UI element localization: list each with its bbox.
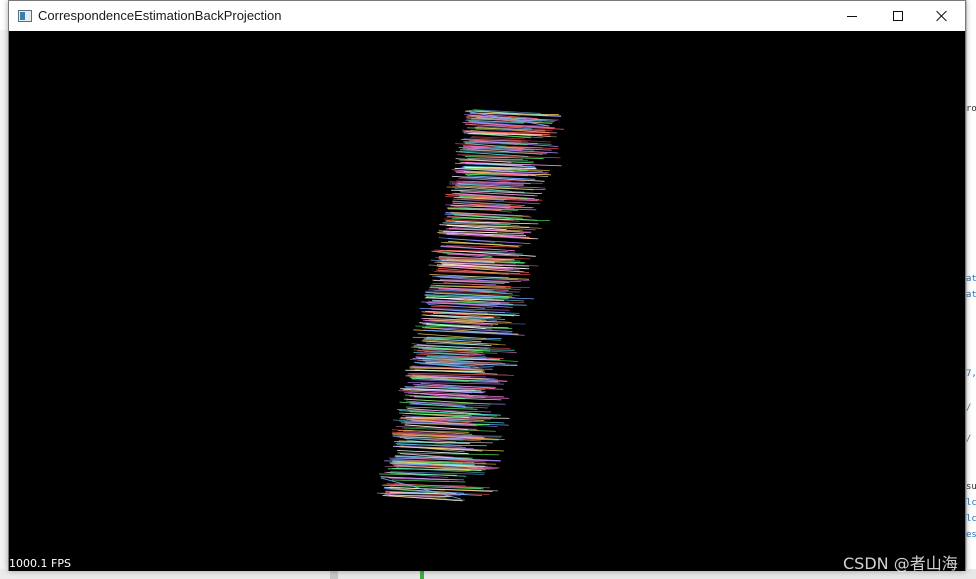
background-code-snippet: / [966, 403, 972, 413]
correspondence-line [396, 444, 487, 447]
background-code-snippet: ro [966, 104, 976, 114]
minimize-button[interactable] [829, 1, 875, 31]
background-code-snippet: es [966, 530, 976, 540]
render-viewport[interactable]: 1000.1 FPS [9, 31, 965, 571]
background-code-snippet: 7, [966, 369, 976, 379]
window-title: CorrespondenceEstimationBackProjection [38, 8, 282, 23]
visualizer-window[interactable]: CorrespondenceEstimationBackProjection 1… [8, 0, 966, 571]
background-code-snippet: at [966, 290, 976, 300]
maximize-button[interactable] [875, 1, 921, 31]
background-code-snippet: at [966, 274, 976, 284]
desktop: ro at at 7, / / su lc lc es Corresponden… [0, 0, 976, 579]
title-bar[interactable]: CorrespondenceEstimationBackProjection [9, 1, 965, 31]
background-app-left-strip [0, 30, 8, 570]
maximize-icon [893, 11, 903, 21]
minimize-icon [847, 15, 857, 17]
background-code-snippet: lc [966, 514, 976, 524]
correspondence-line [391, 479, 466, 483]
correspondence-lines-cloud [376, 109, 564, 502]
fps-counter: 1000.1 FPS [9, 557, 71, 570]
background-code-snippet: su [966, 482, 976, 492]
app-window-icon[interactable] [18, 10, 32, 22]
close-icon [936, 10, 948, 22]
background-code-snippet: lc [966, 498, 976, 508]
close-button[interactable] [919, 1, 965, 31]
correspondence-line [438, 237, 495, 243]
csdn-watermark: CSDN @者山海 [843, 554, 958, 573]
background-code-snippet: / [966, 434, 972, 444]
